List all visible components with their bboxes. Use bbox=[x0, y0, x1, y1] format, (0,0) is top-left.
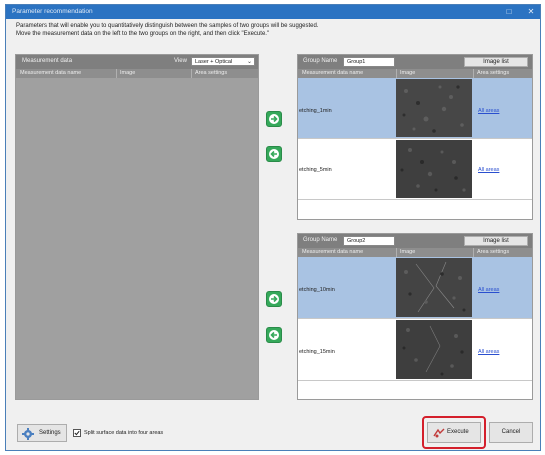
table-row[interactable]: etching_15min All areas bbox=[298, 319, 532, 381]
column-header-name: Measurement data name bbox=[302, 70, 364, 76]
chevron-down-icon: ⌄ bbox=[246, 59, 252, 65]
table-row[interactable]: etching_1min All areas bbox=[298, 78, 532, 139]
arrow-right-icon bbox=[271, 115, 278, 123]
cancel-button[interactable]: Cancel bbox=[489, 422, 533, 443]
execute-icon bbox=[433, 428, 445, 438]
surface-image bbox=[396, 140, 472, 198]
arrow-left-icon bbox=[270, 150, 277, 158]
surface-image bbox=[396, 320, 472, 379]
arrow-left-icon bbox=[270, 331, 277, 339]
row-name: etching_1min bbox=[299, 108, 332, 114]
group2-panel: Group Name Group2 Image list Measurement… bbox=[297, 233, 533, 400]
row-name: etching_5min bbox=[299, 167, 332, 173]
surface-image bbox=[396, 258, 472, 317]
parameter-recommendation-window: Parameter recommendation □ ✕ Parameters … bbox=[5, 4, 541, 451]
group1-image-list-button[interactable]: Image list bbox=[464, 57, 528, 67]
column-header-area: Area settings bbox=[191, 69, 258, 78]
group2-header: Group Name Group2 Image list bbox=[298, 234, 532, 248]
group1-name-label: Group Name bbox=[303, 58, 338, 64]
column-header-image: Image bbox=[396, 248, 472, 257]
column-header-image: Image bbox=[396, 69, 472, 78]
area-settings-link[interactable]: All areas bbox=[478, 287, 499, 293]
surface-image bbox=[396, 79, 472, 137]
group1-header: Group Name Group1 Image list bbox=[298, 55, 532, 69]
settings-button[interactable]: Settings bbox=[17, 424, 67, 442]
measurement-data-header: Measurement data View Laser + Optical ⌄ bbox=[16, 55, 258, 69]
split-checkbox[interactable] bbox=[73, 429, 81, 437]
table-row[interactable]: etching_10min All areas bbox=[298, 257, 532, 319]
area-settings-link[interactable]: All areas bbox=[478, 167, 499, 173]
settings-label: Settings bbox=[39, 430, 61, 436]
surface-texture bbox=[396, 140, 472, 198]
column-header-area: Area settings bbox=[473, 248, 532, 257]
move-from-group2-button[interactable] bbox=[266, 327, 282, 343]
arrow-right-icon bbox=[271, 295, 278, 303]
view-select[interactable]: Laser + Optical ⌄ bbox=[191, 57, 255, 66]
column-header-name: Measurement data name bbox=[302, 249, 364, 255]
measurement-data-panel: Measurement data View Laser + Optical ⌄ … bbox=[15, 54, 259, 400]
surface-texture bbox=[396, 79, 472, 137]
surface-texture bbox=[396, 320, 472, 379]
title-bar: Parameter recommendation □ ✕ bbox=[6, 5, 540, 19]
gear-icon bbox=[22, 428, 34, 440]
row-name: etching_15min bbox=[299, 349, 335, 355]
move-to-group2-button[interactable] bbox=[266, 291, 282, 307]
group1-panel: Group Name Group1 Image list Measurement… bbox=[297, 54, 533, 220]
window-title: Parameter recommendation bbox=[12, 8, 93, 15]
close-button[interactable]: ✕ bbox=[524, 7, 538, 17]
surface-texture bbox=[396, 258, 472, 317]
column-header-name: Measurement data name bbox=[20, 70, 82, 76]
group2-name-input[interactable]: Group2 bbox=[343, 236, 395, 246]
view-select-value: Laser + Optical bbox=[195, 59, 233, 65]
group2-image-list-button[interactable]: Image list bbox=[464, 236, 528, 246]
group1-columns: Measurement data name Image Area setting… bbox=[298, 69, 532, 78]
instructions: Parameters that will enable you to quant… bbox=[16, 23, 516, 38]
column-header-area: Area settings bbox=[473, 69, 532, 78]
move-from-group1-button[interactable] bbox=[266, 146, 282, 162]
table-row[interactable]: etching_5min All areas bbox=[298, 139, 532, 200]
execute-button[interactable]: Execute bbox=[427, 422, 481, 443]
checkmark-icon bbox=[74, 430, 80, 436]
group1-name-input[interactable]: Group1 bbox=[343, 57, 395, 67]
column-header-image: Image bbox=[116, 69, 190, 78]
instruction-line-1: Parameters that will enable you to quant… bbox=[16, 23, 319, 29]
area-settings-link[interactable]: All areas bbox=[478, 349, 499, 355]
move-to-group1-button[interactable] bbox=[266, 111, 282, 127]
execute-label: Execute bbox=[447, 429, 469, 435]
split-label: Split surface data into four areas bbox=[84, 430, 164, 436]
measurement-data-title: Measurement data bbox=[22, 58, 73, 64]
instruction-line-2: Move the measurement data on the left to… bbox=[16, 30, 270, 37]
view-label: View bbox=[174, 58, 187, 64]
maximize-button[interactable]: □ bbox=[502, 7, 516, 17]
area-settings-link[interactable]: All areas bbox=[478, 108, 499, 114]
measurement-data-columns: Measurement data name Image Area setting… bbox=[16, 69, 258, 78]
group2-name-label: Group Name bbox=[303, 237, 338, 243]
group2-columns: Measurement data name Image Area setting… bbox=[298, 248, 532, 257]
row-name: etching_10min bbox=[299, 287, 335, 293]
